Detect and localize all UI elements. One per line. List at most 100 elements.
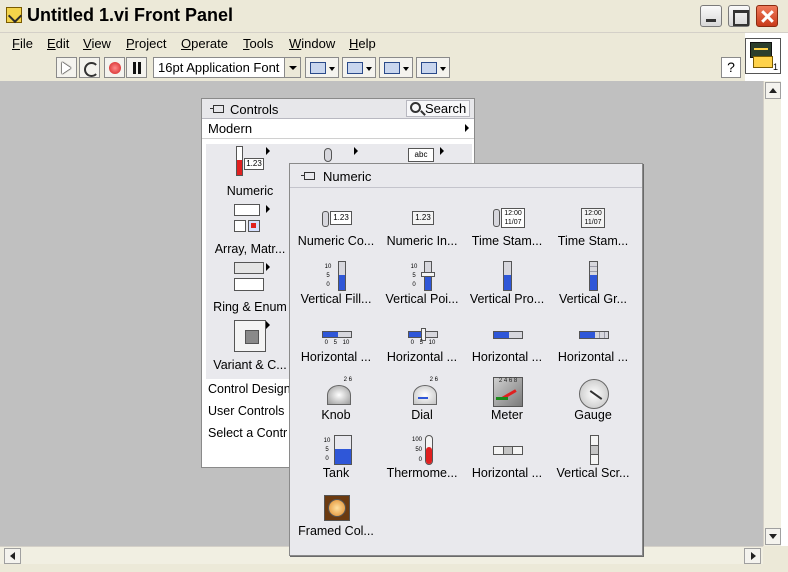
palette-item-label: Dial <box>411 408 433 422</box>
minimize-button[interactable] <box>700 5 722 27</box>
menu-project[interactable]: Project <box>126 36 166 51</box>
menu-window[interactable]: Window <box>289 36 335 51</box>
menu-file[interactable]: File <box>12 36 33 51</box>
palette-item-label: Horizontal ... <box>557 350 629 364</box>
menu-tools[interactable]: Tools <box>243 36 273 51</box>
reorder-dropdown[interactable] <box>416 57 450 78</box>
vertical-pointer-slide-icon: 10 5 0 <box>408 261 438 291</box>
vertical-graduated-bar[interactable]: Vertical Gr... <box>550 257 636 311</box>
palette-item-label: Vertical Poi... <box>385 292 459 306</box>
scroll-down-button[interactable] <box>765 528 781 545</box>
category-ring-enum[interactable]: Ring & Enum <box>206 260 294 318</box>
resize-icon <box>384 62 400 74</box>
horizontal-fill-slide[interactable]: 0 5 10 Horizontal ... <box>293 315 379 369</box>
vertical-scrollbar[interactable] <box>763 81 781 546</box>
toolbar: 16pt Application Font ? <box>0 55 745 81</box>
resize-objects-dropdown[interactable] <box>379 57 413 78</box>
context-help-button[interactable]: ? <box>721 57 741 78</box>
numeric-palette: Numeric 1.23 Numeric Co... 1.23 Numeric … <box>289 163 643 556</box>
controls-palette-header: Controls Search <box>202 99 474 119</box>
distribute-icon <box>347 62 363 74</box>
category-numeric[interactable]: 1.23 Numeric <box>206 144 294 202</box>
menu-edit[interactable]: Edit <box>47 36 69 51</box>
vertical-pointer-slide[interactable]: 10 5 0 Vertical Poi... <box>379 257 465 311</box>
menu-view[interactable]: View <box>83 36 111 51</box>
subpalette-control-design[interactable]: Control Design <box>208 382 291 396</box>
chevron-right-icon <box>266 321 270 329</box>
horizontal-scrollbar-control[interactable]: Horizontal ... <box>464 431 550 485</box>
scroll-up-button[interactable] <box>765 82 781 99</box>
meter[interactable]: 2 4 6 8 Meter <box>464 373 550 427</box>
framed-color-box-icon <box>322 493 352 523</box>
search-button[interactable]: Search <box>406 100 470 117</box>
tank[interactable]: 10 5 0 Tank <box>293 431 379 485</box>
time-stamp-control-icon: 12:00 11/07 <box>493 203 525 233</box>
palette-item-label: Knob <box>321 408 351 422</box>
maximize-button[interactable] <box>728 5 750 27</box>
numeric-control[interactable]: 1.23 Numeric Co... <box>293 199 379 253</box>
time-stamp-control[interactable]: 12:00 11/07 Time Stam... <box>464 199 550 253</box>
run-button[interactable] <box>56 57 77 78</box>
window-title: Untitled 1.vi Front Panel <box>27 5 234 25</box>
numeric-icon: 1.23 <box>234 146 266 180</box>
palette-item-label: Thermome... <box>386 466 458 480</box>
category-variant-class[interactable]: Variant & C... <box>206 318 294 376</box>
numeric-indicator[interactable]: 1.23 Numeric In... <box>379 199 465 253</box>
font-selector[interactable]: 16pt Application Font <box>153 57 301 78</box>
align-icon <box>310 62 326 74</box>
close-button[interactable] <box>756 5 778 27</box>
select-a-control[interactable]: Select a Contr <box>208 426 287 440</box>
subpalette-user-controls[interactable]: User Controls <box>208 404 284 418</box>
pause-button[interactable] <box>126 57 147 78</box>
horizontal-pointer-slide[interactable]: 0 5 10 Horizontal ... <box>379 315 465 369</box>
horizontal-scrollbar-icon <box>493 435 523 465</box>
numeric-control-icon: 1.23 <box>322 203 352 233</box>
palette-item-label: Meter <box>491 408 523 422</box>
chevron-right-icon <box>354 147 358 155</box>
pin-icon[interactable] <box>210 103 225 114</box>
knob[interactable]: 2 6 Knob <box>293 373 379 427</box>
align-objects-dropdown[interactable] <box>305 57 339 78</box>
abort-button[interactable] <box>104 57 125 78</box>
scroll-left-button[interactable] <box>4 548 21 564</box>
vi-block-icon <box>753 56 773 68</box>
palette-item-label: Horizontal ... <box>386 350 458 364</box>
chevron-down-icon[interactable] <box>284 58 300 77</box>
menu-bar: File Edit View Project Operate Tools Win… <box>0 33 745 55</box>
dial[interactable]: 2 6 Dial <box>379 373 465 427</box>
vertical-fill-slide[interactable]: 10 5 0 Vertical Fill... <box>293 257 379 311</box>
vertical-progress-bar[interactable]: Vertical Pro... <box>464 257 550 311</box>
array-matrix-icon <box>234 204 266 238</box>
vertical-scrollbar-control[interactable]: Vertical Scr... <box>550 431 636 485</box>
distribute-objects-dropdown[interactable] <box>342 57 376 78</box>
status-strip <box>0 564 763 572</box>
labview-app-icon[interactable] <box>6 7 22 23</box>
ring-enum-icon <box>234 262 266 296</box>
palette-item-label: Gauge <box>574 408 612 422</box>
gauge[interactable]: Gauge <box>550 373 636 427</box>
palette-item-label: Horizontal ... <box>471 466 543 480</box>
palette-item-label: Numeric In... <box>386 234 458 248</box>
category-label: Variant & C... <box>213 358 287 372</box>
run-continuously-button[interactable] <box>79 57 100 78</box>
time-stamp-indicator[interactable]: 12:00 11/07 Time Stam... <box>550 199 636 253</box>
horizontal-graduated-bar-icon <box>579 319 609 349</box>
menu-help[interactable]: Help <box>349 36 376 51</box>
menu-operate[interactable]: Operate <box>181 36 228 51</box>
controls-palette-title: Controls <box>230 102 279 117</box>
subpalette-modern[interactable]: Modern <box>202 119 474 139</box>
vi-icon[interactable]: 1 <box>745 38 781 74</box>
chevron-right-icon <box>266 205 270 213</box>
palette-item-label: Framed Col... <box>298 524 374 538</box>
thermometer[interactable]: 100 50 0 Thermome... <box>379 431 465 485</box>
tank-icon: 10 5 0 <box>322 435 352 465</box>
pin-icon[interactable] <box>301 170 316 181</box>
scroll-right-button[interactable] <box>744 548 761 564</box>
numeric-indicator-icon: 1.23 <box>408 203 438 233</box>
horizontal-progress-bar[interactable]: Horizontal ... <box>464 315 550 369</box>
horizontal-graduated-bar[interactable]: Horizontal ... <box>550 315 636 369</box>
category-label: Array, Matr... <box>214 242 286 256</box>
category-array-matrix[interactable]: Array, Matr... <box>206 202 294 260</box>
framed-color-box[interactable]: Framed Col... <box>293 489 379 543</box>
variant-icon <box>234 320 266 354</box>
